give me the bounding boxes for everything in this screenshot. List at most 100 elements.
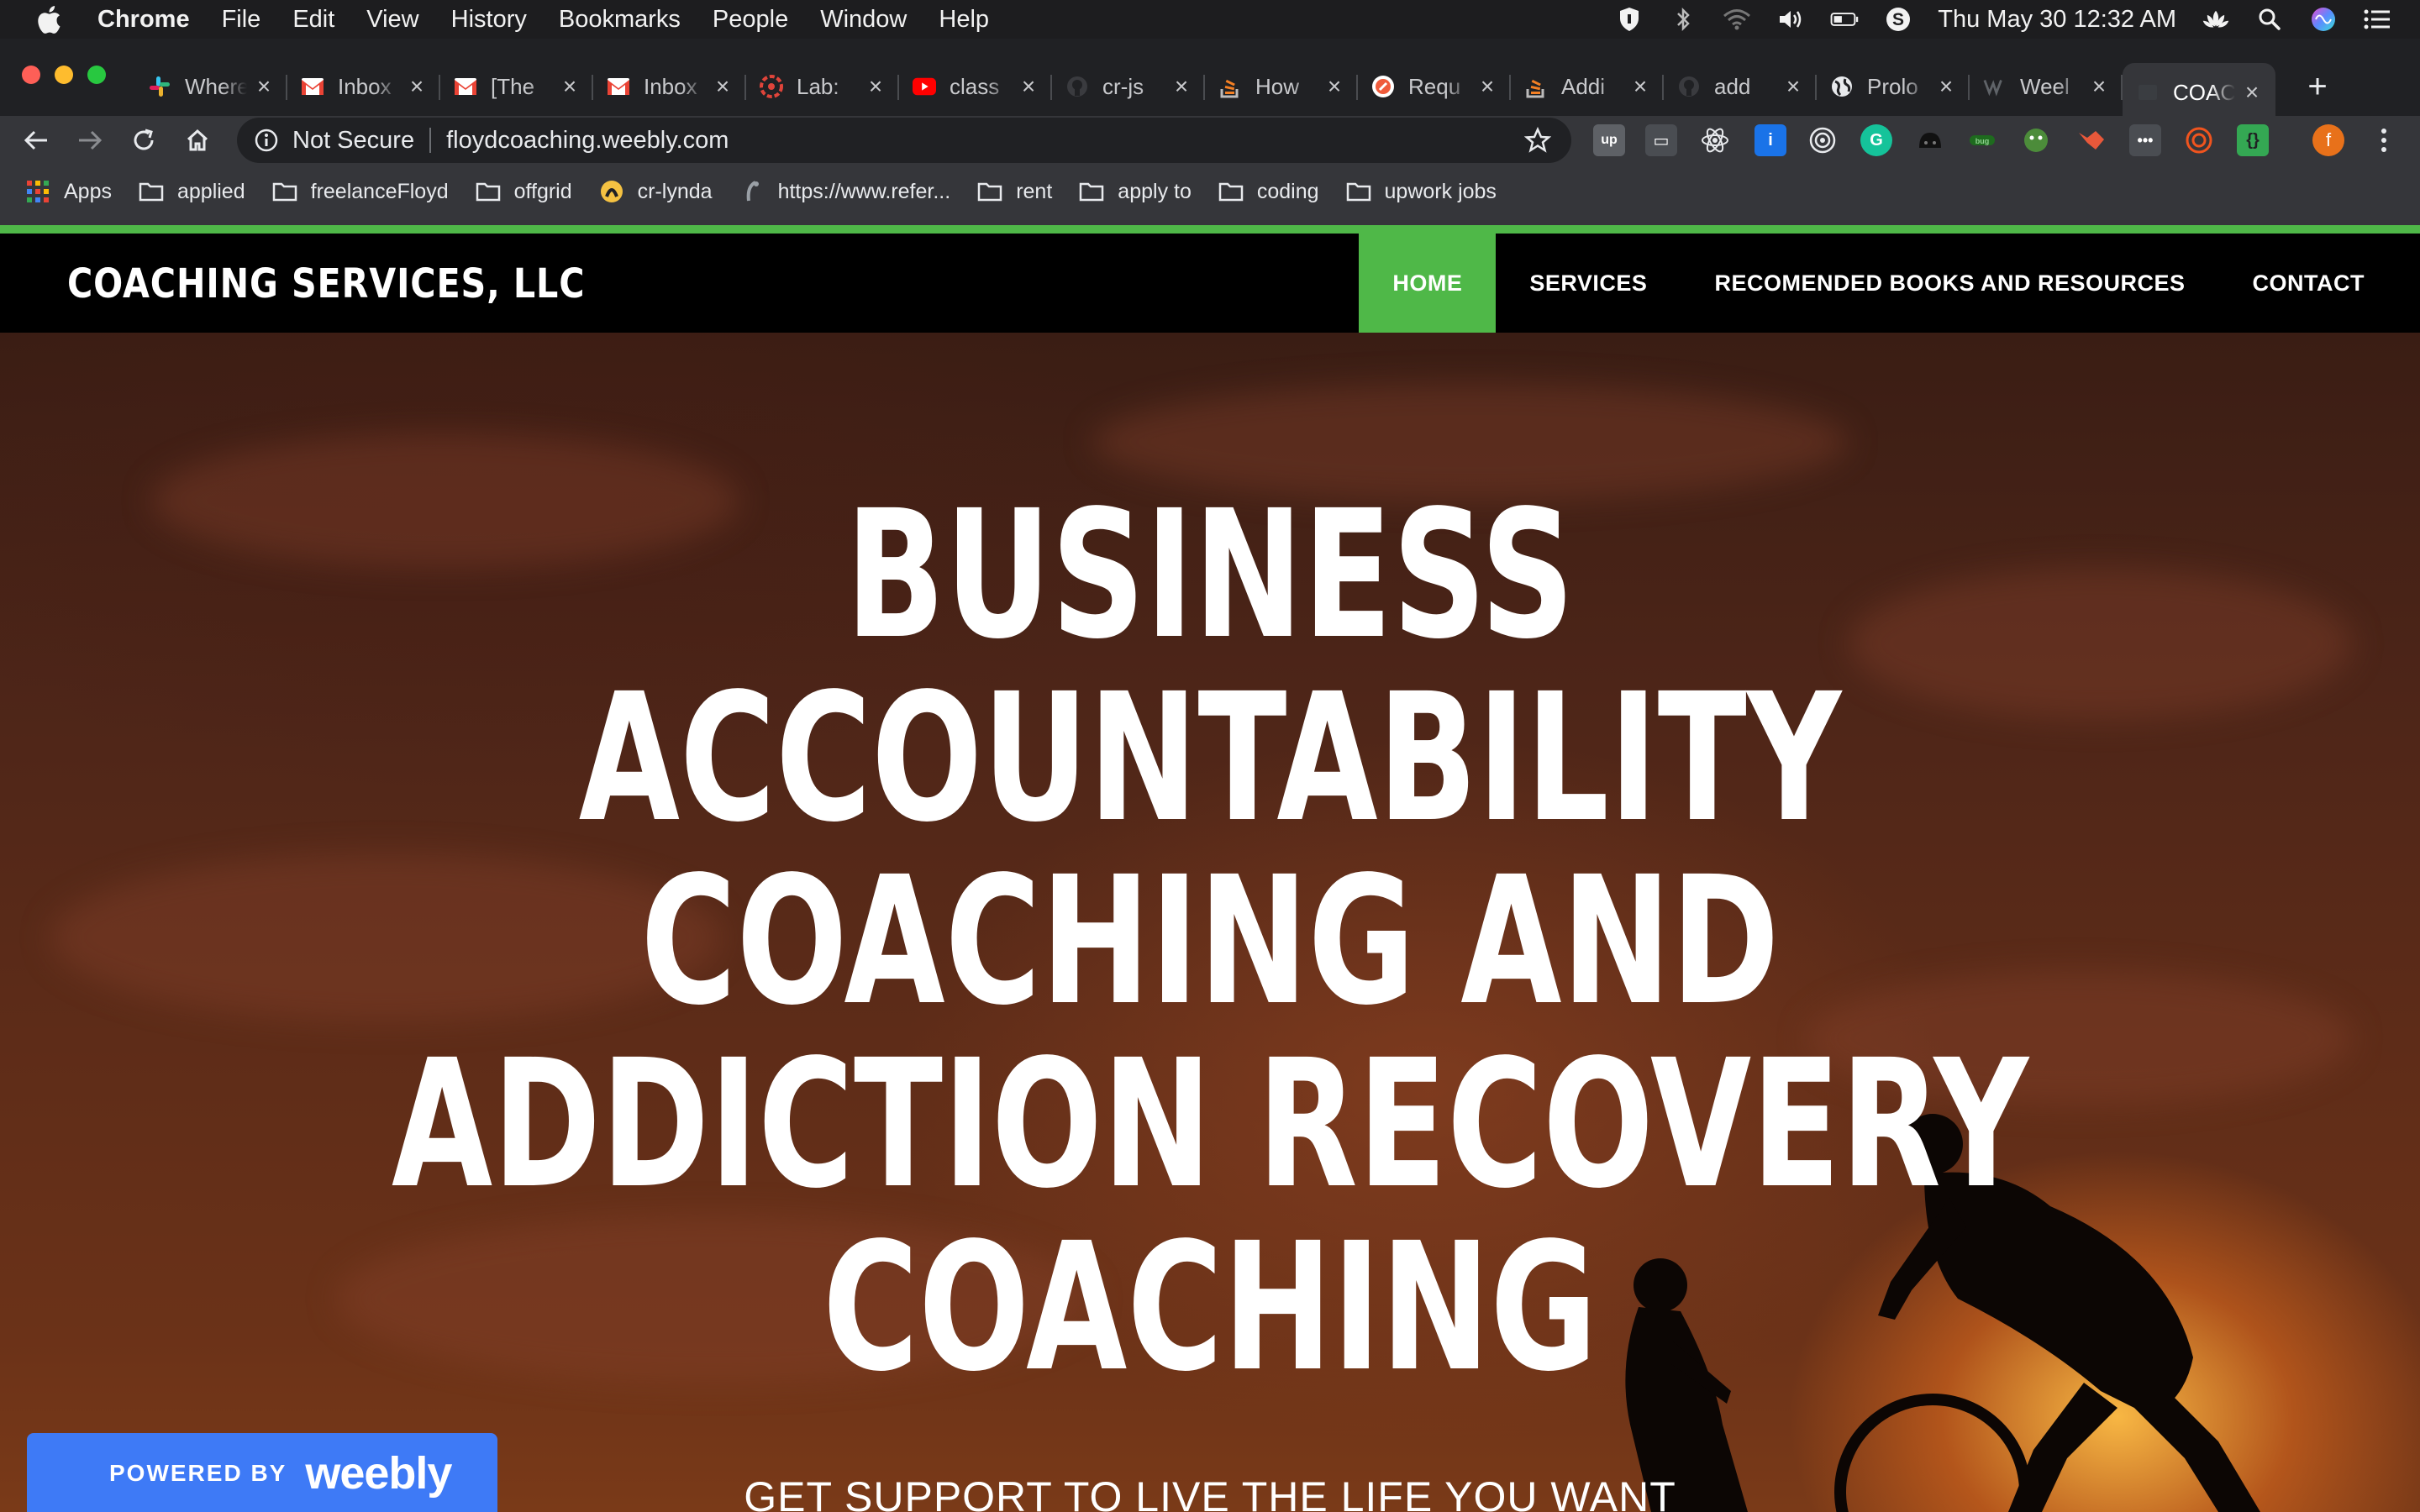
- browser-tab[interactable]: Requ ×: [1358, 63, 1511, 110]
- info-extension-icon[interactable]: i: [1754, 124, 1786, 156]
- volume-icon[interactable]: [1776, 7, 1805, 32]
- nav-books-resources[interactable]: RECOMENDED BOOKS AND RESOURCES: [1681, 234, 2218, 333]
- menu-file[interactable]: File: [222, 6, 261, 34]
- bookmark-folder[interactable]: coding: [1218, 180, 1319, 204]
- android-extension-icon[interactable]: [2020, 124, 2052, 156]
- skype-icon[interactable]: S: [1884, 7, 1912, 32]
- upwork-extension-icon[interactable]: up: [1593, 124, 1625, 156]
- weebly-logo: weebly: [305, 1448, 452, 1499]
- bug-extension-icon[interactable]: bug: [1966, 124, 1998, 156]
- reload-icon[interactable]: [126, 123, 161, 158]
- close-tab-icon[interactable]: ×: [1630, 73, 1650, 99]
- close-tab-icon[interactable]: ×: [560, 73, 580, 99]
- close-tab-icon[interactable]: ×: [1171, 73, 1192, 99]
- home-icon[interactable]: [180, 123, 215, 158]
- browser-tab[interactable]: [The ×: [440, 63, 593, 110]
- browser-tab[interactable]: add ×: [1664, 63, 1817, 110]
- bookmark-folder[interactable]: upwork jobs: [1346, 180, 1497, 204]
- security-status[interactable]: Not Secure: [292, 127, 414, 155]
- slack-icon: [148, 75, 171, 98]
- address-bar[interactable]: Not Secure floydcoaching.weebly.com: [237, 118, 1571, 163]
- battery-icon[interactable]: [1830, 7, 1859, 32]
- browser-tab[interactable]: Prolo ×: [1817, 63, 1970, 110]
- screen-capture-extension-icon[interactable]: ▭: [1645, 124, 1677, 156]
- json-extension-icon[interactable]: {}: [2237, 124, 2269, 156]
- shield-icon[interactable]: [1615, 7, 1644, 32]
- menubar-clock[interactable]: Thu May 30 12:32 AM: [1938, 6, 2176, 34]
- bookmark-folder[interactable]: applied: [139, 180, 245, 204]
- bookmarks-bar: Apps applied freelanceFloyd offgrid cr-l…: [0, 165, 2420, 218]
- notification-center-icon[interactable]: [2363, 7, 2391, 32]
- browser-tab[interactable]: Inbox ×: [287, 63, 440, 110]
- menu-app-name[interactable]: Chrome: [97, 6, 190, 34]
- bookmark-folder[interactable]: apply to: [1079, 180, 1192, 204]
- bookmark-link[interactable]: cr-lynda: [599, 180, 713, 204]
- bookmark-apps[interactable]: Apps: [25, 180, 112, 204]
- close-tab-icon[interactable]: ×: [254, 73, 274, 99]
- spotlight-search-icon[interactable]: [2255, 7, 2284, 32]
- browser-tab[interactable]: Where ×: [134, 63, 287, 110]
- new-tab-button[interactable]: +: [2292, 63, 2343, 110]
- forward-arrow-icon[interactable]: [72, 123, 108, 158]
- browser-tab[interactable]: Lab: ×: [746, 63, 899, 110]
- nav-home[interactable]: HOME: [1359, 234, 1497, 333]
- bluetooth-icon[interactable]: [1669, 7, 1697, 32]
- wifi-icon[interactable]: [1723, 7, 1751, 32]
- lotus-icon[interactable]: [2202, 7, 2230, 32]
- fox-extension-icon[interactable]: [2075, 124, 2107, 156]
- site-title[interactable]: COACHING SERVICES, LLC: [67, 260, 585, 307]
- close-tab-icon[interactable]: ×: [1936, 73, 1956, 99]
- menu-bookmarks[interactable]: Bookmarks: [559, 6, 681, 34]
- react-devtools-icon[interactable]: [1699, 124, 1731, 156]
- back-arrow-icon[interactable]: [18, 123, 54, 158]
- browser-tab[interactable]: Addi ×: [1511, 63, 1664, 110]
- menu-edit[interactable]: Edit: [292, 6, 334, 34]
- target-extension-icon[interactable]: [1807, 124, 1839, 156]
- menu-history[interactable]: History: [451, 6, 527, 34]
- pocket-extension-icon[interactable]: [2183, 124, 2215, 156]
- close-window-button[interactable]: [22, 66, 40, 84]
- kebab-menu-icon[interactable]: [2366, 123, 2402, 158]
- menu-people[interactable]: People: [713, 6, 788, 34]
- nav-contact[interactable]: CONTACT: [2219, 234, 2420, 333]
- menu-help[interactable]: Help: [939, 6, 989, 34]
- close-tab-icon[interactable]: ×: [1783, 73, 1803, 99]
- close-tab-icon[interactable]: ×: [2242, 79, 2262, 105]
- browser-tab[interactable]: Inbox ×: [593, 63, 746, 110]
- menu-window[interactable]: Window: [820, 6, 907, 34]
- octocat-extension-icon[interactable]: [1914, 124, 1946, 156]
- more-extension-icon[interactable]: •••: [2129, 124, 2161, 156]
- close-tab-icon[interactable]: ×: [1018, 73, 1039, 99]
- close-tab-icon[interactable]: ×: [713, 73, 733, 99]
- browser-tab[interactable]: cr-js ×: [1052, 63, 1205, 110]
- siri-icon[interactable]: [2309, 7, 2338, 32]
- bookmark-folder[interactable]: freelanceFloyd: [272, 180, 449, 204]
- grammarly-icon[interactable]: G: [1860, 124, 1892, 156]
- info-icon[interactable]: [254, 129, 279, 152]
- menu-view[interactable]: View: [366, 6, 418, 34]
- apple-icon[interactable]: [32, 5, 66, 34]
- close-tab-icon[interactable]: ×: [2089, 73, 2109, 99]
- browser-tab[interactable]: Weel ×: [1970, 63, 2123, 110]
- lab-icon: [760, 75, 783, 98]
- powered-by-weebly-badge[interactable]: POWERED BY weebly: [27, 1433, 497, 1512]
- minimize-window-button[interactable]: [55, 66, 73, 84]
- browser-tab[interactable]: class ×: [899, 63, 1052, 110]
- close-tab-icon[interactable]: ×: [407, 73, 427, 99]
- close-tab-icon[interactable]: ×: [1324, 73, 1344, 99]
- weebly-icon: [1983, 75, 2007, 98]
- close-tab-icon[interactable]: ×: [1477, 73, 1497, 99]
- zoom-window-button[interactable]: [87, 66, 106, 84]
- bookmark-star-icon[interactable]: [1523, 126, 1552, 154]
- folder-icon: [476, 181, 501, 202]
- nav-services[interactable]: SERVICES: [1496, 234, 1681, 333]
- bookmark-folder[interactable]: offgrid: [476, 180, 572, 204]
- browser-tab-active[interactable]: COAC ×: [2123, 63, 2275, 122]
- browser-tab[interactable]: How ×: [1205, 63, 1358, 110]
- bookmark-link[interactable]: https://www.refer...: [739, 180, 950, 204]
- url-text[interactable]: floydcoaching.weebly.com: [446, 127, 729, 155]
- close-tab-icon[interactable]: ×: [865, 73, 886, 99]
- profile-avatar[interactable]: f: [2312, 124, 2344, 156]
- youtube-icon: [913, 75, 936, 98]
- bookmark-folder[interactable]: rent: [977, 180, 1052, 204]
